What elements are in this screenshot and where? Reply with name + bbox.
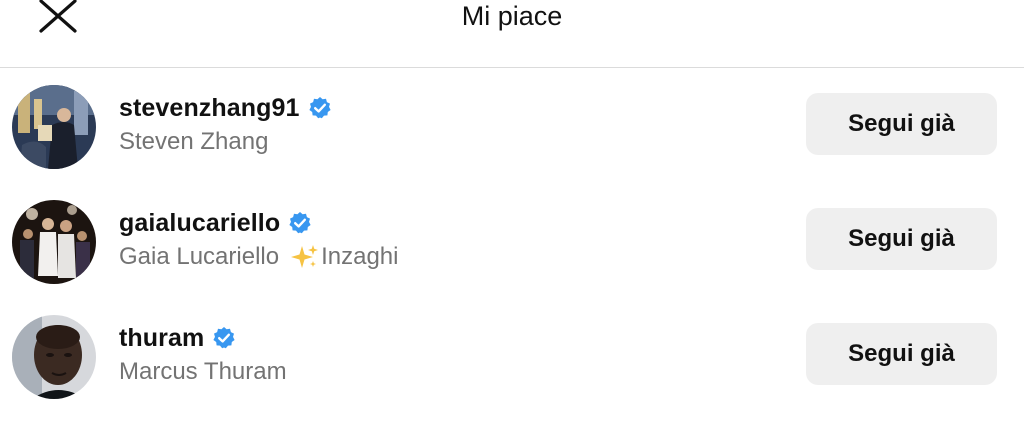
following-button[interactable]: Segui già xyxy=(806,93,997,155)
full-name: Gaia Lucariello Inzaghi xyxy=(119,243,399,270)
username[interactable]: gaialucariello xyxy=(119,209,280,238)
list-item: thuram Marcus Thuram Segui già xyxy=(0,298,1024,408)
avatar[interactable] xyxy=(12,85,96,169)
following-button[interactable]: Segui già xyxy=(806,208,997,270)
sparkles-icon xyxy=(289,244,319,270)
page-title: Mi piace xyxy=(461,1,563,31)
avatar[interactable] xyxy=(12,315,96,399)
list-item: stevenzhang91 Steven Zhang Segui già xyxy=(0,68,1024,178)
verified-badge-icon xyxy=(288,211,312,235)
verified-badge-icon xyxy=(308,96,332,120)
following-button[interactable]: Segui già xyxy=(806,323,997,385)
list-item: gaialucariello Gaia Lucariello Inzaghi S… xyxy=(0,183,1024,293)
username[interactable]: thuram xyxy=(119,324,204,353)
verified-badge-icon xyxy=(212,326,236,350)
full-name: Marcus Thuram xyxy=(119,358,287,385)
username[interactable]: stevenzhang91 xyxy=(119,94,300,123)
modal-header: Mi piace xyxy=(0,0,1024,68)
full-name: Steven Zhang xyxy=(119,128,269,155)
avatar[interactable] xyxy=(12,200,96,284)
